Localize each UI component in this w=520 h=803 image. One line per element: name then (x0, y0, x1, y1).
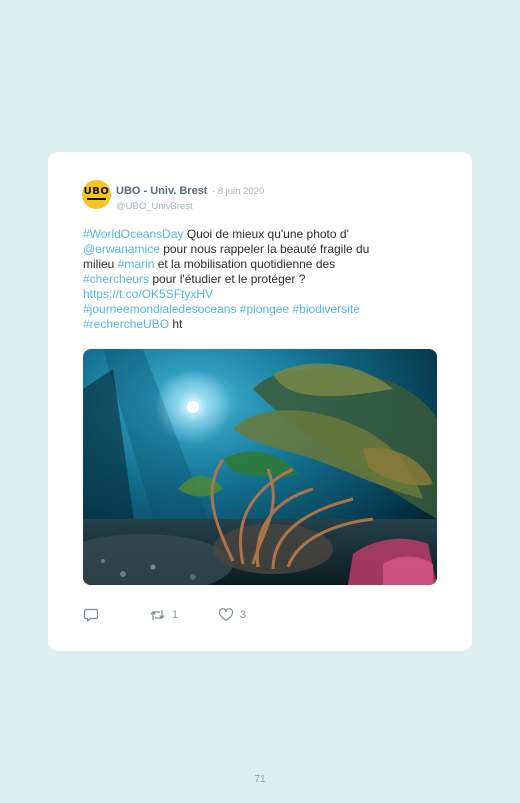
retweet-count: 1 (172, 609, 179, 621)
hashtag-link[interactable]: #rechercheUBO (83, 317, 169, 331)
avatar[interactable]: UBO (82, 180, 111, 209)
tweet-actions: 1 3 (83, 607, 443, 623)
tweet-text-segment: pour l'étudier et le protéger ? (149, 272, 306, 286)
tweet-text-segment: ht (169, 317, 183, 331)
tweet-text-segment: milieu (83, 257, 118, 271)
heart-icon (218, 608, 234, 622)
retweet-button[interactable]: 1 (149, 607, 178, 623)
url-link[interactable]: https://t.co/OK5SFtyxHV (83, 287, 213, 301)
logo-underline (87, 198, 106, 200)
tweet-line: #journeemondialedesoceans #plongee #biod… (83, 302, 428, 317)
reply-button[interactable] (83, 607, 99, 623)
tweet-header: UBO - Univ. Brest · 8 juin 2020 @UBO_Uni… (116, 181, 264, 212)
hashtag-link[interactable]: #WorldOceansDay (83, 227, 184, 241)
author-handle[interactable]: @UBO_UnivBrest (116, 201, 264, 212)
like-button[interactable]: 3 (218, 607, 246, 623)
tweet-line: #rechercheUBO ht (83, 317, 428, 332)
tweet-line: #WorldOceansDay Quoi de mieux qu'une pho… (83, 227, 428, 242)
like-count: 3 (240, 609, 247, 621)
tweet-text: #WorldOceansDay Quoi de mieux qu'une pho… (83, 227, 428, 332)
mention-link[interactable]: @erwanamice (83, 242, 160, 256)
tweet-line: @erwanamice pour nous rappeler la beauté… (83, 242, 428, 257)
hashtag-link[interactable]: #biodiversite (293, 302, 360, 316)
ubo-logo: UBO (83, 186, 110, 197)
tweet-line: #chercheurs pour l'étudier et le protége… (83, 272, 428, 287)
author-name[interactable]: UBO - Univ. Brest (116, 185, 207, 197)
tweet-line: milieu #marin et la mobilisation quotidi… (83, 257, 428, 272)
tweet-line: https://t.co/OK5SFtyxHV (83, 287, 428, 302)
page-number: 71 (254, 774, 266, 785)
tweet-text-segment: et la mobilisation quotidienne des (154, 257, 336, 271)
hashtag-link[interactable]: #plongee (240, 302, 289, 316)
tweet-text-segment: pour nous rappeler la beauté fragile du (159, 242, 370, 256)
kelp-photo (83, 349, 437, 585)
tweet-card: UBO UBO - Univ. Brest · 8 juin 2020 @UBO… (48, 152, 472, 651)
tweet-text-segment: Quoi de mieux qu'une photo d' (183, 227, 349, 241)
tweet-photo[interactable] (83, 349, 437, 585)
reply-icon (83, 608, 99, 622)
hashtag-link[interactable]: #marin (118, 257, 155, 271)
tweet-date[interactable]: · 8 juin 2020 (212, 186, 264, 197)
hashtag-link[interactable]: #chercheurs (83, 272, 149, 286)
retweet-icon (150, 610, 165, 620)
hashtag-link[interactable]: #journeemondialedesoceans (83, 302, 236, 316)
